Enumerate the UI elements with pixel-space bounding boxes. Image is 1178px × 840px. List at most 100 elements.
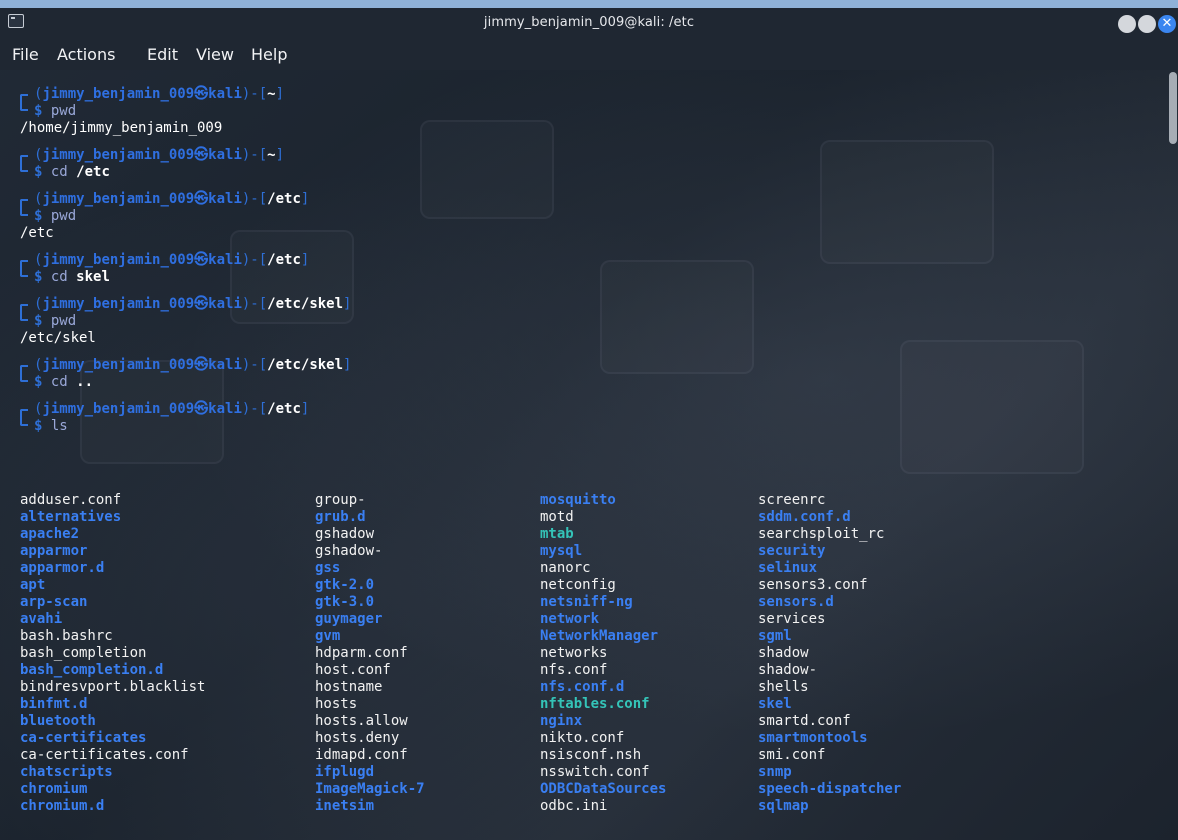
prompt-host: kali <box>208 357 242 373</box>
prompt-host: kali <box>208 252 242 268</box>
prompt-close: ] <box>300 401 310 417</box>
prompt-path: /etc/skel <box>267 357 344 373</box>
ls-directory-entry: inetsim <box>315 798 375 814</box>
ls-directory-entry: sensors.d <box>758 594 834 610</box>
ls-file-entry: gshadow <box>315 526 375 542</box>
ls-directory-entry: network <box>540 611 600 627</box>
prompt-line: (jimmy_benjamin_009㉿kali)-[~] <box>20 86 1160 111</box>
prompt-user: jimmy_benjamin_009 <box>42 296 195 312</box>
prompt-path: /etc <box>267 191 301 207</box>
title-bar[interactable]: jimmy_benjamin_009@kali: /etc ✕ <box>0 8 1178 38</box>
prompt-at-symbol: ㉿ <box>194 191 209 207</box>
ls-symlink-entry: mtab <box>540 526 574 542</box>
menu-help[interactable]: Help <box>251 45 287 64</box>
ls-directory-entry: binfmt.d <box>20 696 88 712</box>
ls-column: mosquitto motd mtab mysql nanorc netconfig net… <box>540 492 666 815</box>
menu-view[interactable]: View <box>196 45 234 64</box>
ls-directory-entry: bash_completion.d <box>20 662 164 678</box>
ls-file-entry: motd <box>540 509 574 525</box>
ls-file-entry: netconfig <box>540 577 616 593</box>
ls-directory-entry: sqlmap <box>758 798 809 814</box>
prompt-bracket: )-[ <box>241 296 268 312</box>
command-line: $ cd skel <box>20 269 1160 286</box>
menu-edit[interactable]: Edit <box>147 45 178 64</box>
scrollbar-thumb[interactable] <box>1169 72 1177 144</box>
prompt-bracket: )-[ <box>241 86 268 102</box>
ls-file-entry: nfs.conf <box>540 662 608 678</box>
ls-directory-entry: ifplugd <box>315 764 375 780</box>
command-block: (jimmy_benjamin_009㉿kali)-[/etc/skel] $ c… <box>20 357 1160 391</box>
menu-file[interactable]: File <box>12 45 39 64</box>
ls-file-entry: hosts <box>315 696 358 712</box>
prompt-line: (jimmy_benjamin_009㉿kali)-[/etc] <box>20 191 1160 216</box>
prompt-user: jimmy_benjamin_009 <box>42 191 195 207</box>
ls-file-entry: bash.bashrc <box>20 628 113 644</box>
command-line: $ pwd <box>20 208 1160 225</box>
ls-directory-entry: guymager <box>315 611 383 627</box>
vertical-scrollbar[interactable] <box>1168 70 1178 840</box>
prompt-path: /etc <box>267 401 301 417</box>
ls-column: group-grub.d gshadow gshadow-gss gtk-2.0 gtk… <box>315 492 425 815</box>
ls-directory-entry: chatscripts <box>20 764 113 780</box>
command-argument: skel <box>76 269 110 285</box>
ls-file-entry: screenrc <box>758 492 826 508</box>
prompt-close: ] <box>300 191 310 207</box>
prompt-host: kali <box>208 86 242 102</box>
ls-file-entry: nanorc <box>540 560 591 576</box>
ls-directory-entry: selinux <box>758 560 818 576</box>
maximize-button[interactable] <box>1138 15 1156 33</box>
prompt-line: (jimmy_benjamin_009㉿kali)-[/etc] <box>20 252 1160 277</box>
command-block: (jimmy_benjamin_009㉿kali)-[~] $ pwd/home/… <box>20 86 1160 137</box>
ls-directory-entry: ImageMagick-7 <box>315 781 425 797</box>
menu-bar: File Actions Edit View Help <box>0 38 1178 70</box>
ls-file-entry: services <box>758 611 826 627</box>
command-block: (jimmy_benjamin_009㉿kali)-[/etc] $ pwd/et… <box>20 191 1160 242</box>
command-text: ls <box>50 418 68 434</box>
window-top-edge <box>0 0 1178 8</box>
window-title: jimmy_benjamin_009@kali: /etc <box>483 15 695 30</box>
command-text: pwd <box>50 208 77 224</box>
ls-directory-entry: apt <box>20 577 46 593</box>
ls-directory-entry: security <box>758 543 826 559</box>
prompt-at-symbol: ㉿ <box>194 147 209 163</box>
ls-file-entry: smi.conf <box>758 747 826 763</box>
command-output: /etc <box>20 225 54 241</box>
prompt-line: (jimmy_benjamin_009㉿kali)-[/etc] <box>20 401 1160 426</box>
prompt-dollar: $ <box>34 164 43 180</box>
ls-file-entry: hostname <box>315 679 383 695</box>
ls-file-entry: networks <box>540 645 608 661</box>
prompt-close: ] <box>275 86 285 102</box>
ls-directory-entry: ca-certificates <box>20 730 147 746</box>
ls-file-entry: hosts.deny <box>315 730 400 746</box>
prompt-line: (jimmy_benjamin_009㉿kali)-[/etc/skel] <box>20 357 1160 382</box>
command-line: $ pwd <box>20 103 1160 120</box>
ls-directory-entry: netsniff-ng <box>540 594 633 610</box>
command-block: (jimmy_benjamin_009㉿kali)-[~] $ cd /etc <box>20 147 1160 181</box>
prompt-close: ] <box>343 357 352 373</box>
ls-file-entry: nikto.conf <box>540 730 625 746</box>
prompt-path: /etc <box>267 252 301 268</box>
ls-directory-entry: skel <box>758 696 792 712</box>
prompt-host: kali <box>208 191 242 207</box>
menu-actions[interactable]: Actions <box>57 45 115 64</box>
ls-directory-entry: nginx <box>540 713 583 729</box>
ls-file-entry: adduser.conf <box>20 492 122 508</box>
ls-directory-entry: gss <box>315 560 341 576</box>
ls-file-entry: shadow <box>758 645 809 661</box>
prompt-user: jimmy_benjamin_009 <box>42 401 195 417</box>
ls-directory-entry: bluetooth <box>20 713 96 729</box>
command-line: $ cd .. <box>20 374 1160 391</box>
ls-file-entry: idmapd.conf <box>315 747 408 763</box>
ls-directory-entry: nfs.conf.d <box>540 679 625 695</box>
ls-file-entry: nsswitch.conf <box>540 764 650 780</box>
prompt-at-symbol: ㉿ <box>194 86 209 102</box>
terminal-output[interactable]: (jimmy_benjamin_009㉿kali)-[~] $ pwd/home/… <box>20 86 1160 445</box>
command-text: pwd <box>50 103 77 119</box>
prompt-bracket: )-[ <box>241 401 268 417</box>
ls-directory-entry: sgml <box>758 628 792 644</box>
prompt-close: ] <box>275 147 285 163</box>
minimize-button[interactable] <box>1118 15 1136 33</box>
ls-directory-entry: gtk-2.0 <box>315 577 375 593</box>
close-button[interactable]: ✕ <box>1158 15 1176 33</box>
ls-directory-entry: gvm <box>315 628 341 644</box>
